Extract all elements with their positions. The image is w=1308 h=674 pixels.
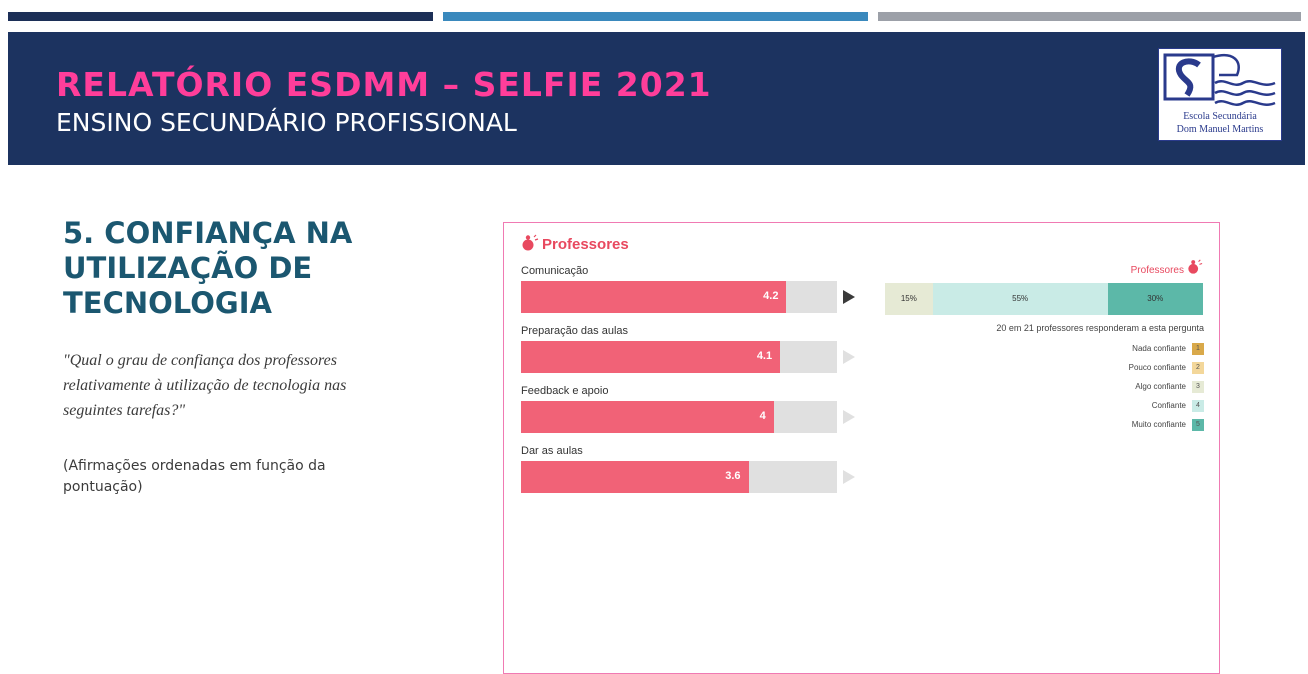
legend-label: Muito confiante [1131,420,1186,429]
person-icon [522,234,539,251]
section-title: 5. CONFIANÇA NA UTILIZAÇÃO DE TECNOLOGIA [63,216,393,321]
section-title-line: TECNOLOGIA [63,286,272,320]
report-title: RELATÓRIO ESDMM – SELFIE 2021 [56,65,712,104]
top-stripe-blue [443,12,868,21]
expand-arrow-icon[interactable] [843,290,855,304]
section-title-line: UTILIZAÇÃO DE [63,251,313,285]
legend-label: Algo confiante [1135,382,1186,391]
legend-label: Nada confiante [1132,344,1186,353]
stack-segment[interactable]: 15% [885,283,933,315]
legend-item: Muito confiante 5 [1064,419,1204,431]
legend-swatch: 2 [1192,362,1204,374]
expand-arrow-icon[interactable] [843,470,855,484]
logo-text-line1: Escola Secundária [1183,111,1257,122]
category-label: Comunicação [521,265,589,277]
distribution-label: Professores [1130,265,1184,276]
legend-item: Pouco confiante 2 [1064,362,1204,374]
stack-segment[interactable]: 55% [932,283,1108,315]
school-logo: Escola Secundária Dom Manuel Martins [1158,48,1282,141]
bar-track[interactable]: 4.2 [521,281,837,313]
distribution-stacked-bar: 15% 55% 30% [885,283,1203,315]
top-stripe-gray [878,12,1301,21]
bar-track[interactable]: 3.6 [521,461,837,493]
header-banner: RELATÓRIO ESDMM – SELFIE 2021 ENSINO SEC… [8,32,1305,165]
response-count: 20 em 21 professores responderam a esta … [996,323,1204,333]
legend-swatch: 5 [1192,419,1204,431]
expand-arrow-icon[interactable] [843,410,855,424]
category-label: Dar as aulas [521,445,583,457]
bar-value-label: 3.6 [725,470,741,482]
bar-value-label: 4.2 [763,290,779,302]
category-label: Feedback e apoio [521,385,609,397]
legend-swatch: 3 [1192,381,1204,393]
legend-label: Pouco confiante [1128,363,1186,372]
top-stripe-navy [8,12,433,21]
legend-item: Algo confiante 3 [1064,381,1204,393]
survey-question: "Qual o grau de confiança dos professore… [63,352,347,419]
stack-segment[interactable]: 30% [1107,283,1203,315]
expand-arrow-icon[interactable] [843,350,855,364]
legend-swatch: 4 [1192,400,1204,412]
bar-value-label: 4.1 [756,350,773,362]
section-title-line: 5. CONFIANÇA NA [63,216,353,250]
person-icon [1188,259,1203,274]
legend-item: Nada confiante 1 [1064,343,1204,355]
legend-swatch: 1 [1192,343,1204,355]
ordering-note: (Afirmações ordenadas em função da pontu… [63,458,326,495]
chart-panel: Professores Comunicação 4.2 Preparação das… [503,222,1220,674]
category-label: Preparação das aulas [521,325,629,337]
logo-text-line2: Dom Manuel Martins [1176,124,1264,135]
bar-track[interactable]: 4 [521,401,837,433]
panel-title: Professores [542,236,629,253]
legend-item: Confiante 4 [1064,400,1204,412]
bar-value-label: 4 [759,410,766,422]
report-subtitle: ENSINO SECUNDÁRIO PROFISSIONAL [56,108,517,137]
legend-label: Confiante [1151,401,1186,410]
bar-track[interactable]: 4.1 [521,341,837,373]
